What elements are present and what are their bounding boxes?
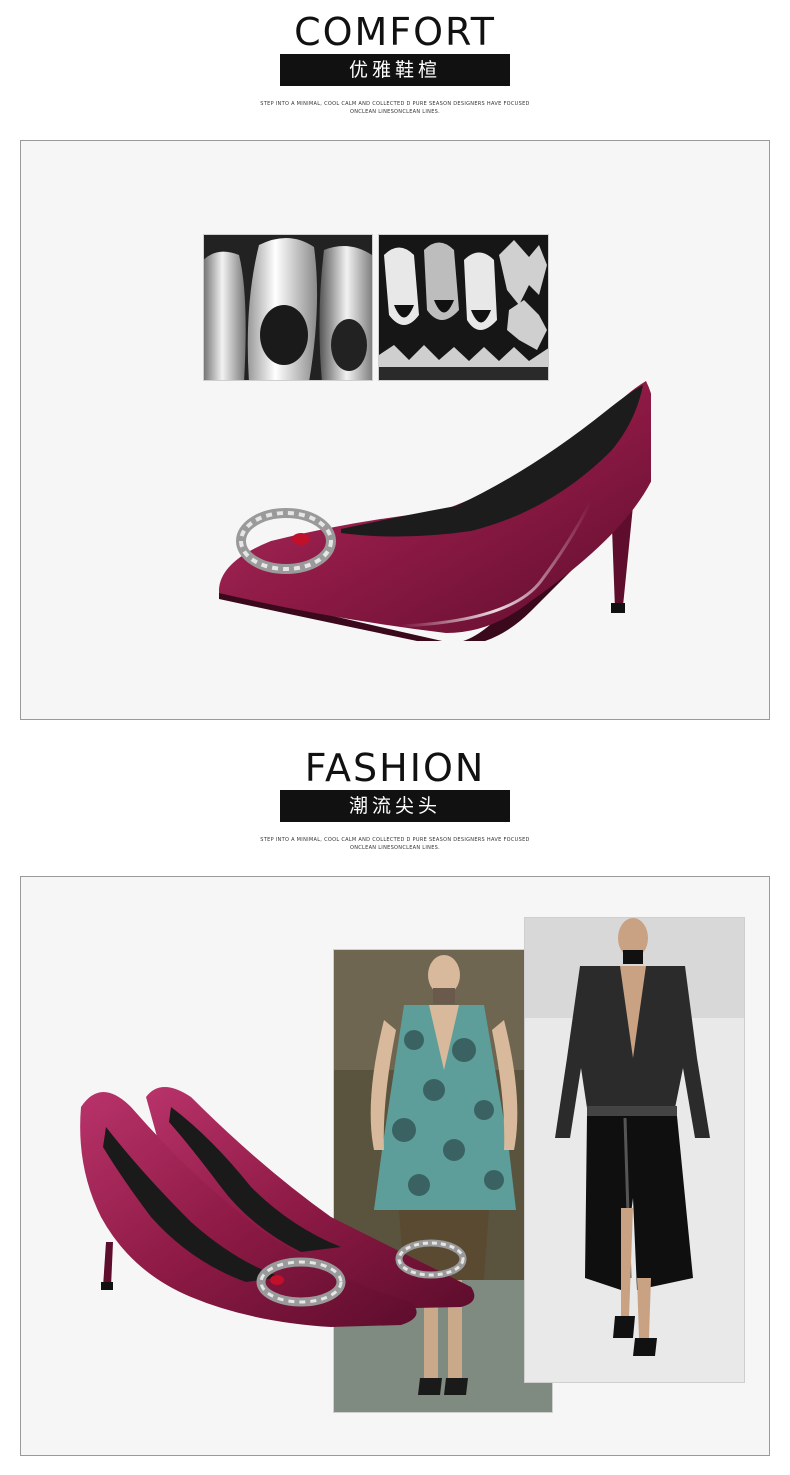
shoe-lasts-illustration <box>204 235 372 380</box>
fashion-header: FASHION 潮流尖头 STEP INTO A MINIMAL, COOL C… <box>0 748 790 852</box>
runway-photo-black-outfit <box>524 917 745 1383</box>
velvet-pumps-pair <box>80 1087 475 1327</box>
model-black-outfit-illustration <box>525 918 744 1382</box>
comfort-product-frame <box>20 140 770 720</box>
comfort-title: COMFORT <box>294 10 496 54</box>
shoe-last-photo-right <box>378 234 549 381</box>
comfort-subtitle-bar: 优雅鞋楦 <box>280 54 510 86</box>
shoe-last-photo-left <box>203 234 373 381</box>
comfort-tagline: STEP INTO A MINIMAL, COOL CALM AND COLLE… <box>0 100 790 116</box>
fashion-tagline-line1: STEP INTO A MINIMAL, COOL CALM AND COLLE… <box>260 837 530 843</box>
shoe-lasts-rack-illustration <box>379 235 548 380</box>
comfort-header: COMFORT 优雅鞋楦 STEP INTO A MINIMAL, COOL C… <box>0 12 790 116</box>
comfort-tagline-line1: STEP INTO A MINIMAL, COOL CALM AND COLLE… <box>260 101 530 107</box>
fashion-lookbook-frame <box>20 876 770 1456</box>
fashion-tagline-line2: ONCLEAN LINESONCLEAN LINES. <box>349 845 441 851</box>
comfort-tagline-line2: ONCLEAN LINESONCLEAN LINES. <box>349 109 441 115</box>
velvet-pump-side-view <box>219 381 651 641</box>
fashion-title: FASHION <box>304 746 486 790</box>
fashion-subtitle-bar: 潮流尖头 <box>280 790 510 822</box>
fashion-tagline: STEP INTO A MINIMAL, COOL CALM AND COLLE… <box>0 836 790 852</box>
